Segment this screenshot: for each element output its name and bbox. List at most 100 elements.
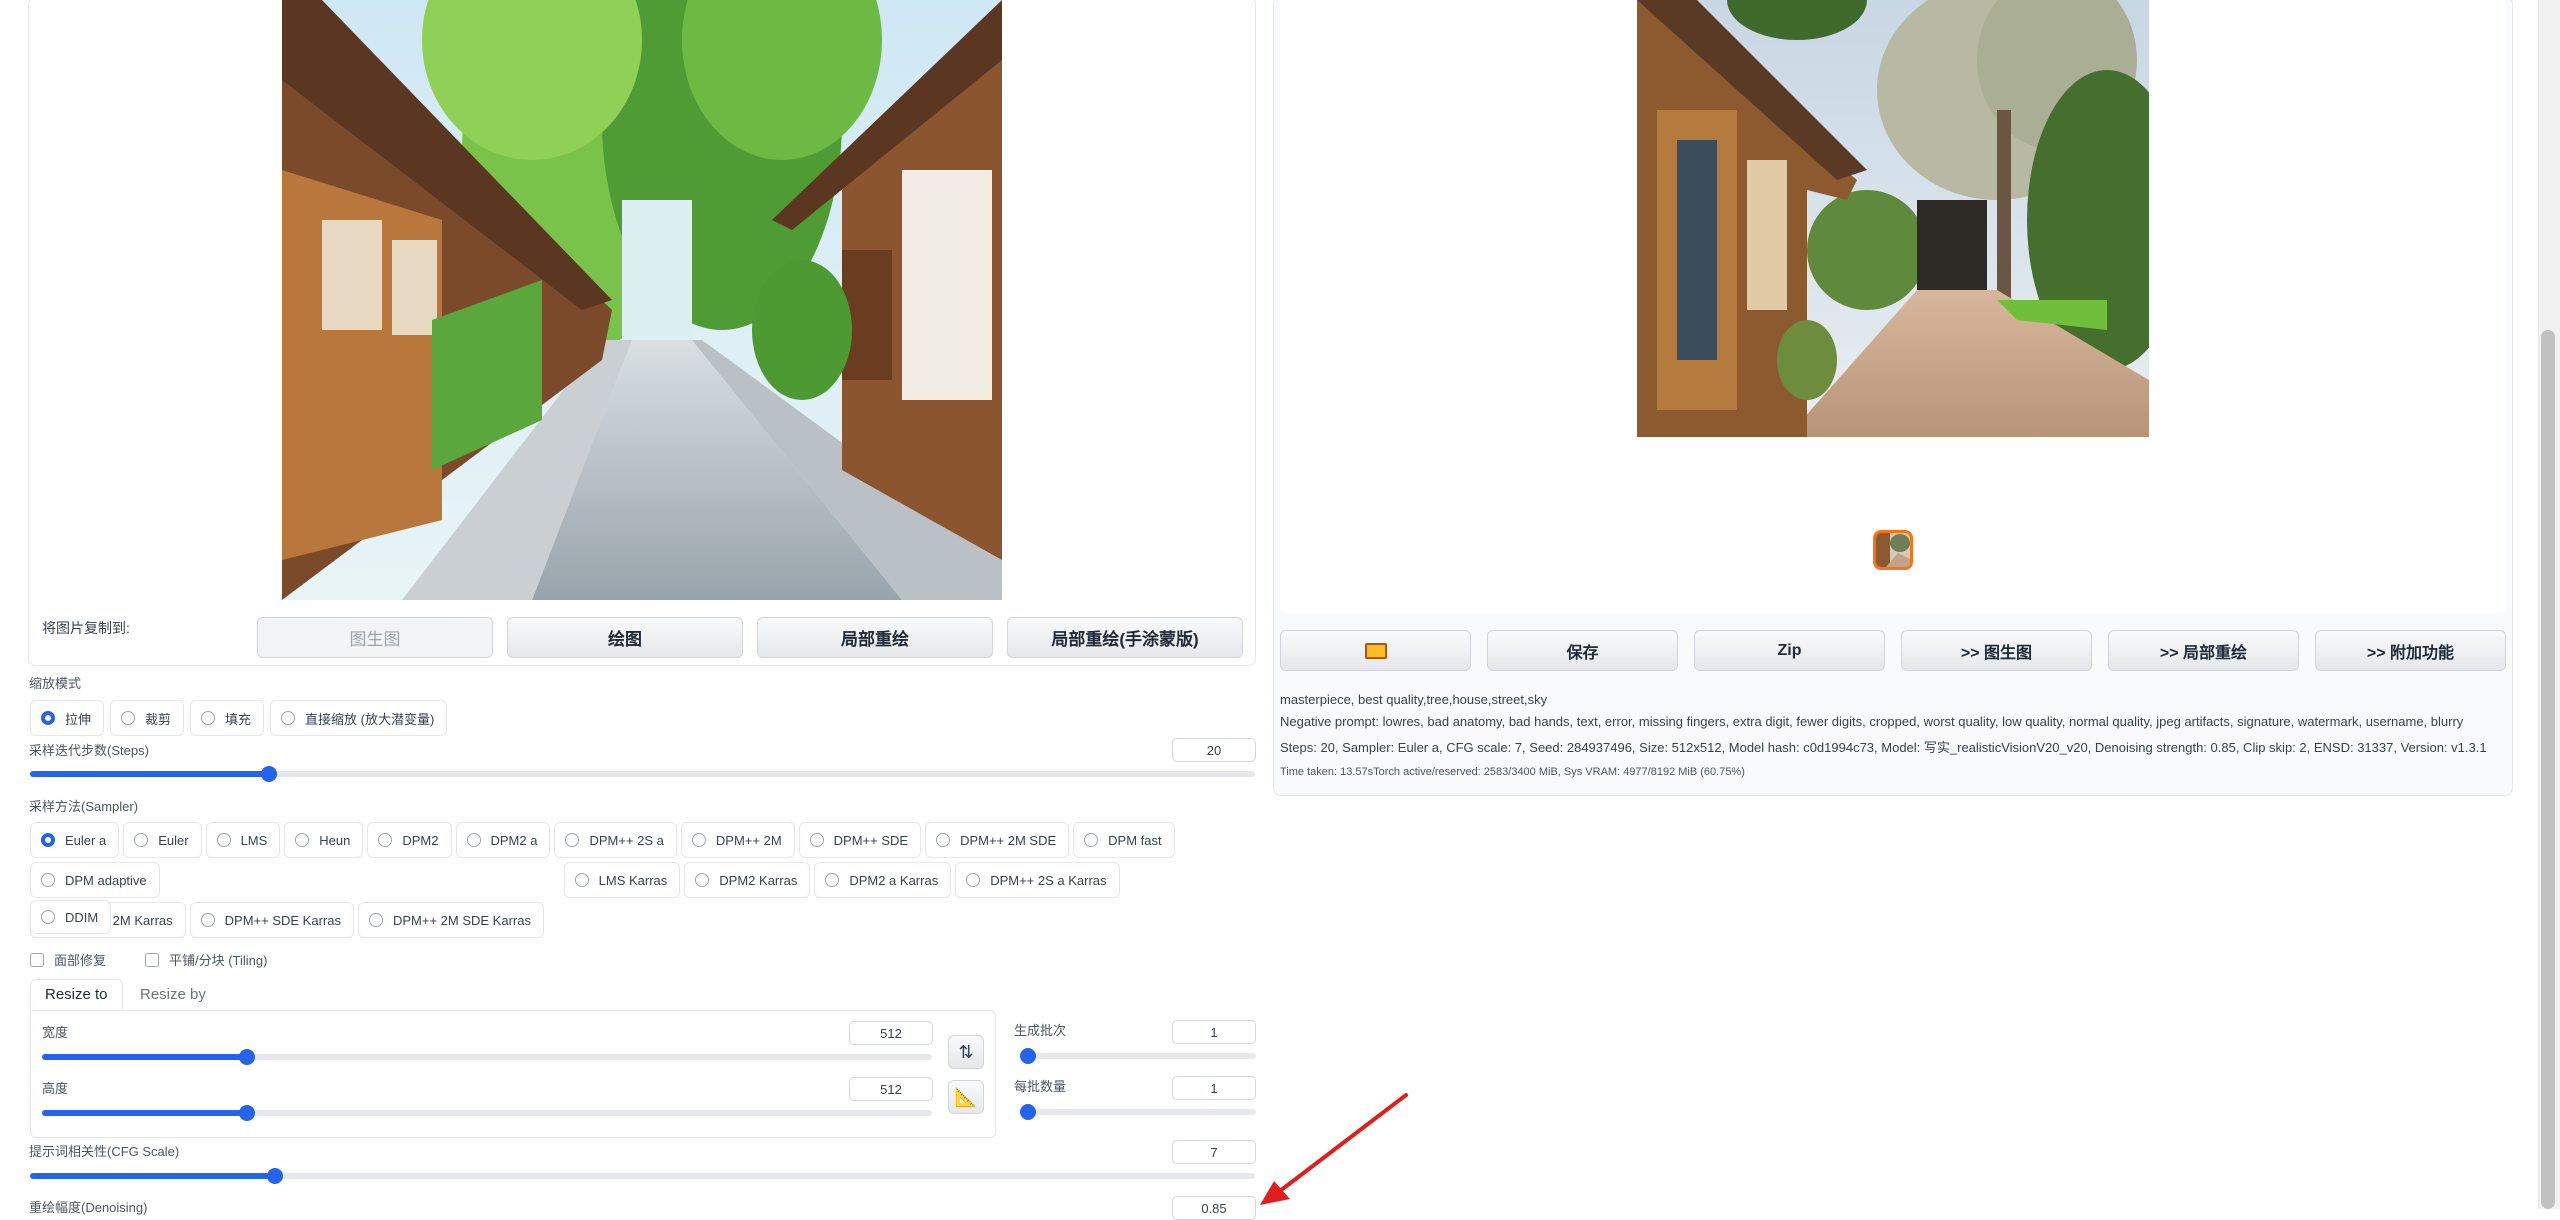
resize-mode-option-stretch[interactable]: 拉伸 xyxy=(30,700,105,736)
generation-negative-prompt: Negative prompt: lowres, bad anatomy, ba… xyxy=(1280,714,2464,729)
cfg-slider[interactable] xyxy=(30,1168,1255,1184)
steps-input[interactable]: 20 xyxy=(1172,738,1256,762)
sampler-option[interactable]: DPM2 a xyxy=(455,822,551,858)
denoising-input[interactable]: 0.85 xyxy=(1172,1196,1256,1220)
radio xyxy=(295,833,310,847)
swap-icon: ⇅ xyxy=(958,1041,974,1062)
copy-to-img2img-button[interactable]: 图生图 xyxy=(257,617,493,658)
aspect-ratio-button[interactable]: 📐 xyxy=(948,1080,984,1114)
sampler-option[interactable]: Euler xyxy=(123,822,202,858)
radio xyxy=(466,833,481,847)
resize-mode-option-fill[interactable]: 填充 xyxy=(190,700,265,736)
slider-handle[interactable] xyxy=(1020,1104,1036,1120)
resize-mode-option-crop[interactable]: 裁剪 xyxy=(110,700,185,736)
copy-to-inpaint-button[interactable]: 局部重绘 xyxy=(757,617,993,658)
radio xyxy=(691,833,706,847)
radio xyxy=(200,913,215,927)
page-scrollbar-thumb[interactable] xyxy=(2541,330,2555,1209)
sampler-option[interactable]: DPM fast xyxy=(1073,822,1175,858)
height-slider[interactable] xyxy=(42,1105,932,1121)
radio xyxy=(281,711,296,725)
width-slider[interactable] xyxy=(42,1049,932,1065)
slider-handle[interactable] xyxy=(1020,1048,1036,1064)
sampler-option[interactable]: DPM++ 2M SDE Karras xyxy=(357,902,544,938)
face-restore-checkbox[interactable]: 面部修复 xyxy=(30,950,106,969)
sampler-option[interactable]: Euler a xyxy=(30,822,120,858)
zip-button[interactable]: Zip xyxy=(1694,630,1885,671)
tab-resize-by[interactable]: Resize by xyxy=(126,980,220,1009)
batch-size-label: 每批数量 xyxy=(1014,1079,1067,1094)
width-label: 宽度 xyxy=(42,1025,69,1040)
slider-fill xyxy=(42,1054,247,1060)
slider-handle[interactable] xyxy=(238,1105,255,1121)
radio xyxy=(378,833,393,847)
steps-slider[interactable] xyxy=(30,766,1255,782)
sampler-option[interactable]: Heun xyxy=(284,822,364,858)
width-input[interactable]: 512 xyxy=(849,1021,933,1045)
ruler-triangle-icon: 📐 xyxy=(954,1086,978,1107)
resize-mode-label: 缩放模式 xyxy=(29,676,82,691)
sampler-option[interactable]: DPM++ 2S a xyxy=(554,822,677,858)
batch-size-slider[interactable] xyxy=(1020,1104,1256,1120)
send-to-extras-button[interactable]: >> 附加功能 xyxy=(2315,630,2506,671)
save-button[interactable]: 保存 xyxy=(1487,630,1678,671)
folder-icon xyxy=(1364,642,1387,659)
steps-label: 采样迭代步数(Steps) xyxy=(29,743,149,758)
generation-parameters: Steps: 20, Sampler: Euler a, CFG scale: … xyxy=(1280,740,2487,755)
generation-prompt: masterpiece, best quality,tree,house,str… xyxy=(1280,692,1548,707)
slider-fill xyxy=(30,771,269,777)
checkbox[interactable] xyxy=(30,952,44,967)
sampler-option[interactable]: DPM2 Karras xyxy=(684,862,811,898)
radio xyxy=(574,873,589,887)
sampler-option[interactable]: DPM adaptive xyxy=(30,862,160,898)
height-input[interactable]: 512 xyxy=(849,1077,933,1101)
input-image[interactable] xyxy=(282,0,1002,600)
cfg-input[interactable]: 7 xyxy=(1172,1140,1256,1164)
sampler-option[interactable]: DPM2 xyxy=(367,822,452,858)
sampler-option[interactable]: DPM++ 2S a Karras xyxy=(955,862,1120,898)
batch-size-input[interactable]: 1 xyxy=(1172,1076,1256,1100)
sampler-option[interactable]: DPM++ 2M SDE xyxy=(925,822,1070,858)
swap-dimensions-button[interactable]: ⇅ xyxy=(948,1035,984,1069)
batch-count-slider[interactable] xyxy=(1020,1048,1256,1064)
radio xyxy=(809,833,824,847)
sampler-option[interactable]: LMS Karras xyxy=(563,862,681,898)
radio xyxy=(41,873,55,887)
generation-timing: Time taken: 13.57sTorch active/reserved:… xyxy=(1280,766,1745,778)
slider-handle[interactable] xyxy=(260,766,277,782)
resize-mode-option-latent[interactable]: 直接缩放 (放大潜变量) xyxy=(270,700,448,736)
sampler-option[interactable]: DDIM xyxy=(30,900,112,934)
radio xyxy=(695,873,710,887)
sampler-option[interactable]: LMS xyxy=(205,822,281,858)
radio-selected xyxy=(41,833,55,847)
send-to-inpaint-button[interactable]: >> 局部重绘 xyxy=(2108,630,2299,671)
batch-count-input[interactable]: 1 xyxy=(1172,1020,1256,1044)
copy-to-label: 将图片复制到: xyxy=(42,620,130,636)
output-thumbnail[interactable] xyxy=(1873,530,1913,570)
sampler-option[interactable]: DPM++ SDE Karras xyxy=(189,902,354,938)
resize-mode-group: 拉伸 裁剪 填充 直接缩放 (放大潜变量) xyxy=(30,700,448,736)
red-arrow-icon xyxy=(1260,1093,1408,1205)
slider-fill xyxy=(30,1173,275,1179)
denoising-label: 重绘幅度(Denoising) xyxy=(29,1200,148,1215)
slider-handle[interactable] xyxy=(267,1168,283,1184)
sampler-option[interactable]: DPM++ SDE xyxy=(798,822,922,858)
radio xyxy=(825,873,840,887)
output-image[interactable] xyxy=(1637,0,2149,437)
radio xyxy=(41,910,55,924)
sampler-option[interactable]: DPM2 a Karras xyxy=(814,862,952,898)
checkbox[interactable] xyxy=(145,952,159,967)
copy-to-sketch-button[interactable]: 绘图 xyxy=(507,617,743,658)
sampler-option[interactable]: DPM++ 2M xyxy=(680,822,795,858)
slider-fill xyxy=(42,1110,247,1116)
slider-handle[interactable] xyxy=(238,1049,255,1065)
radio xyxy=(565,833,580,847)
height-label: 高度 xyxy=(42,1081,69,1096)
radio xyxy=(216,833,231,847)
send-to-img2img-button[interactable]: >> 图生图 xyxy=(1901,630,2092,671)
sampler-group: Euler a Euler LMS Heun DPM2 DPM2 a DPM++… xyxy=(30,822,1190,938)
open-folder-button[interactable] xyxy=(1280,630,1471,671)
tiling-checkbox[interactable]: 平铺/分块 (Tiling) xyxy=(145,950,267,969)
tab-resize-to[interactable]: Resize to xyxy=(30,979,123,1010)
copy-to-inpaint-sketch-button[interactable]: 局部重绘(手涂蒙版) xyxy=(1007,617,1243,658)
